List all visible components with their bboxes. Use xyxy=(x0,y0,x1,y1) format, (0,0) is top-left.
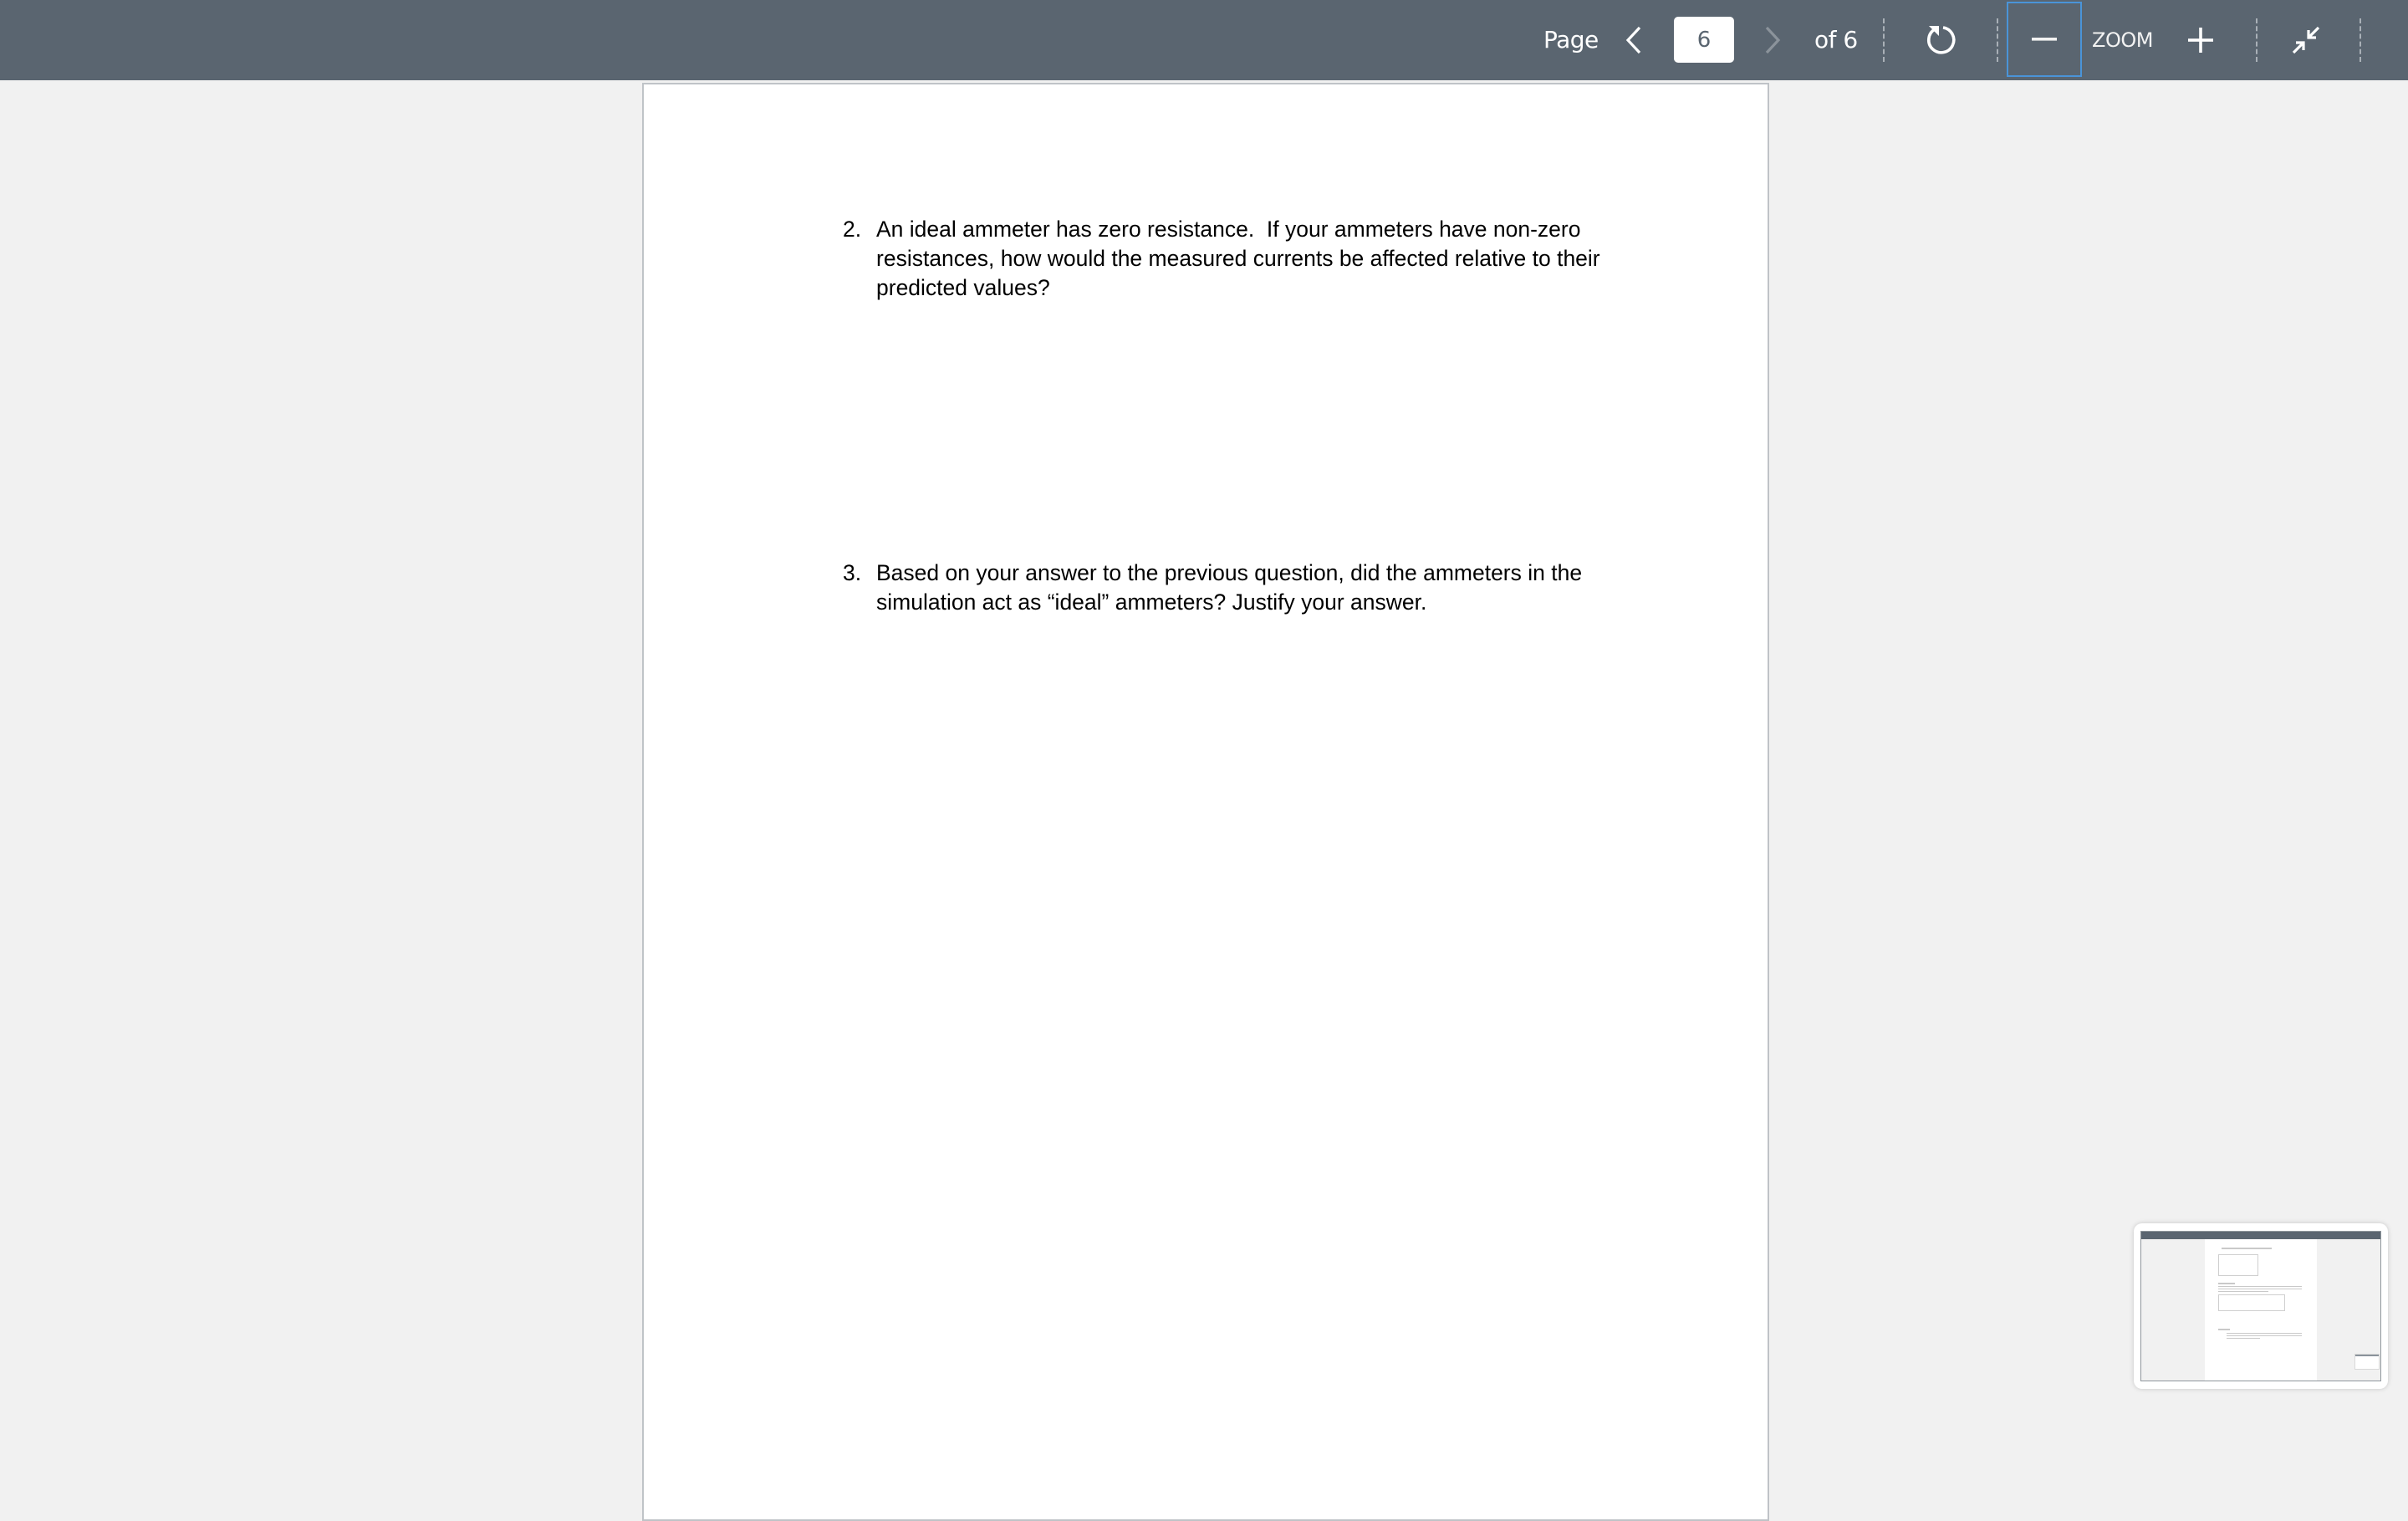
chevron-right-icon xyxy=(1765,26,1781,54)
rotate-button[interactable] xyxy=(1916,0,1967,80)
thumbnail-toolbar xyxy=(2141,1232,2380,1239)
viewer-toolbar: Page of 6 ZOOM xyxy=(0,0,2408,80)
thumbnail-page xyxy=(2205,1239,2317,1381)
toolbar-divider xyxy=(2360,18,2361,62)
thumbnail-image xyxy=(2140,1231,2381,1381)
rotate-icon xyxy=(1926,26,1956,54)
plus-icon xyxy=(2188,28,2213,53)
next-page-button[interactable] xyxy=(1756,0,1789,80)
previous-page-button[interactable] xyxy=(1617,0,1650,80)
document-page: 2. An ideal ammeter has zero resistance.… xyxy=(642,83,1769,1521)
zoom-label: ZOOM xyxy=(2092,28,2153,52)
zoom-out-button[interactable] xyxy=(2007,2,2082,77)
minus-icon xyxy=(2032,38,2057,41)
thumbnail-mini-preview xyxy=(2354,1354,2380,1370)
chevron-left-icon xyxy=(1625,26,1641,54)
page-label: Page xyxy=(1543,26,1599,54)
exit-fullscreen-icon xyxy=(2292,26,2320,54)
toolbar-divider xyxy=(1997,18,1998,62)
question-2: 2. An ideal ammeter has zero resistance.… xyxy=(843,215,1662,303)
question-number: 2. xyxy=(843,217,862,242)
zoom-in-button[interactable] xyxy=(2179,0,2222,80)
question-number: 3. xyxy=(843,560,862,585)
total-pages-label: of 6 xyxy=(1814,26,1858,54)
question-text: Based on your answer to the previous que… xyxy=(876,560,1583,615)
page-preview-thumbnail[interactable] xyxy=(2134,1223,2388,1389)
toolbar-divider xyxy=(2256,18,2258,62)
question-text: An ideal ammeter has zero resistance. If… xyxy=(876,217,1600,300)
toolbar-divider xyxy=(1883,18,1885,62)
question-3: 3. Based on your answer to the previous … xyxy=(843,559,1662,617)
document-viewer[interactable]: 2. An ideal ammeter has zero resistance.… xyxy=(0,80,2408,1521)
exit-fullscreen-button[interactable] xyxy=(2283,0,2329,80)
page-number-input[interactable] xyxy=(1674,17,1734,63)
